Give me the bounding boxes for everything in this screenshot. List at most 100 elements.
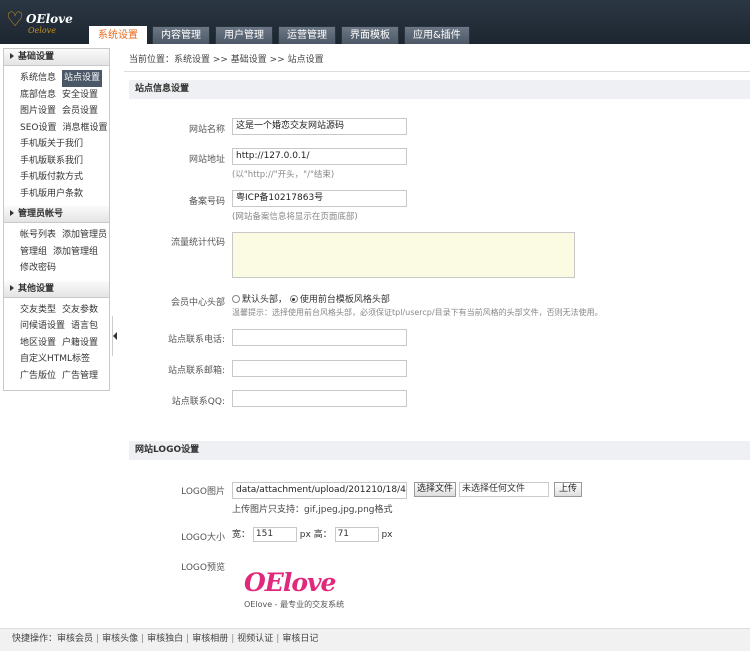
preview-logo-text: OElove [244,568,336,597]
icp-input[interactable]: 粤ICP备10217863号 [232,190,407,207]
footer-quick-link[interactable]: 审核日记 [282,634,318,644]
sidebar-item[interactable]: 广告版位 [20,368,56,385]
phone-label: 站点联系电话: [167,335,225,345]
breadcrumb: 当前位置：系统设置 >> 基础设置 >> 站点设置 [124,48,750,72]
sidebar-item[interactable]: SEO设置 [20,120,56,137]
icp-hint: (网站备案信息将显示在页面底部) [232,212,358,222]
sidebar-item[interactable]: 管理组 [20,244,47,261]
footer-quick-link[interactable]: 审核相册 [192,634,228,644]
sidebar-row: 手机版用户条款 [4,186,109,203]
sidebar-item[interactable]: 系统信息 [20,70,56,87]
phone-input[interactable] [232,329,407,346]
logo-format-hint: 上传图片只支持：gif,jpeg,jpg,png格式 [232,505,393,515]
site-url-input[interactable]: http://127.0.0.1/ [232,148,407,165]
sidebar-collapse-handle[interactable] [112,316,117,356]
radio-default-header-label: 默认头部， [242,295,288,305]
sidebar-row: 手机版联系我们 [4,153,109,170]
top-header: ♡ OElove Oelove 系统设置 内容管理 用户管理 运营管理 界面模板… [0,0,750,44]
sidebar-item[interactable]: 消息框设置 [62,120,107,137]
footer-separator: | [231,634,235,644]
sidebar-item[interactable]: 添加管理员 [62,227,107,244]
sidebar-row: 底部信息 安全设置 [4,87,109,104]
footer-quick-link[interactable]: 审核独白 [147,634,183,644]
site-info-section-header: 站点信息设置 [129,80,750,99]
tab-operations[interactable]: 运营管理 [278,26,336,44]
tab-user-management[interactable]: 用户管理 [215,26,273,44]
tab-system-settings[interactable]: 系统设置 [89,26,147,44]
sidebar-row: 帐号列表 添加管理员 [4,227,109,244]
collapse-arrow-icon [113,332,117,340]
sidebar-item[interactable]: 手机版付款方式 [20,169,83,186]
sidebar-item[interactable]: 安全设置 [62,87,98,104]
sidebar-item[interactable]: 地区设置 [20,335,56,352]
tab-apps-plugins[interactable]: 应用&插件 [404,26,470,44]
logo-width-label: 宽： [232,530,251,540]
sidebar-item[interactable]: 交友参数 [62,302,98,319]
footer-separator: | [96,634,100,644]
logo-height-unit: px [381,530,393,540]
footer-separator: | [186,634,190,644]
footer-separator: | [276,634,280,644]
app-logo[interactable]: ♡ OElove Oelove [6,6,86,40]
sidebar-item[interactable]: 底部信息 [20,87,56,104]
email-label: 站点联系邮箱: [167,366,225,376]
sidebar-group-header[interactable]: 基础设置 [4,49,109,66]
logo-path-input[interactable]: data/attachment/upload/201210/18/48b7533… [232,482,407,499]
sidebar-row: 管理组 添加管理组 [4,244,109,261]
sidebar-row: SEO设置 消息框设置 [4,120,109,137]
sidebar-item[interactable]: 手机版用户条款 [20,186,83,203]
sidebar-item[interactable]: 广告管理 [62,368,98,385]
stats-code-textarea[interactable] [232,232,575,278]
sidebar-group-header[interactable]: 管理员帐号 [4,206,109,223]
sidebar-group-header[interactable]: 其他设置 [4,280,109,298]
footer-quick-link[interactable]: 审核头像 [102,634,138,644]
email-input[interactable] [232,360,407,377]
upload-button[interactable]: 上传 [554,482,582,497]
site-url-label: 网站地址 [188,155,225,165]
sidebar-item[interactable]: 手机版关于我们 [20,136,83,153]
member-header-hint: 温馨提示：选择使用前台风格头部，必须保证tpl/usercp/目录下有当前风格的… [232,308,603,317]
radio-theme-header-label: 使用前台模板风格头部 [299,295,390,305]
site-name-input[interactable]: 这是一个婚恋交友网站源码 [232,118,407,135]
footer-quick-link[interactable]: 视频认证 [237,634,273,644]
member-header-label: 会员中心头部 [170,298,225,308]
logo-preview-image: OElove OElove - 最专业的交友系统 [244,568,374,618]
logo-image-label: LOGO图片 [181,487,225,497]
logo-script: Oelove [28,26,56,35]
sidebar-item[interactable]: 交友类型 [20,302,56,319]
member-header-options: 默认头部， 使用前台模板风格头部 [232,292,390,305]
logo-height-input[interactable]: 71 [334,527,379,542]
sidebar-item[interactable]: 站点设置 [62,70,103,87]
logo-section-header: 网站LOGO设置 [129,441,750,460]
sidebar-item[interactable]: 问候语设置 [20,318,65,335]
sidebar-item[interactable]: 图片设置 [20,103,56,120]
stats-code-label: 流量统计代码 [170,238,225,248]
sidebar-row: 手机版付款方式 [4,169,109,186]
sidebar-item[interactable]: 自定义HTML标签 [20,351,90,368]
sidebar-item[interactable]: 添加管理组 [53,244,98,261]
sidebar-item[interactable]: 修改密码 [20,260,56,277]
logo-size-fields: 宽： 151 px 高： 71 px [232,527,393,544]
qq-input[interactable] [232,390,407,407]
sidebar-item[interactable]: 语言包 [71,318,98,335]
choose-file-button[interactable]: 选择文件 [414,482,456,497]
site-name-label: 网站名称 [188,125,225,135]
sidebar-row: 自定义HTML标签 [4,351,109,368]
radio-default-header[interactable] [232,295,240,303]
sidebar-item[interactable]: 手机版联系我们 [20,153,83,170]
radio-theme-header[interactable] [289,295,298,303]
sidebar-item[interactable]: 户籍设置 [62,335,98,352]
sidebar-row: 问候语设置 语言包 [4,318,109,335]
logo-height-label: 高： [313,530,332,540]
sidebar-item[interactable]: 帐号列表 [20,227,56,244]
site-url-hint: (以"http://"开头，"/"结束) [232,170,335,180]
tab-content-management[interactable]: 内容管理 [152,26,210,44]
tab-templates[interactable]: 界面模板 [341,26,399,44]
main-nav: 系统设置 内容管理 用户管理 运营管理 界面模板 应用&插件 [89,26,475,44]
logo-width-input[interactable]: 151 [252,527,297,542]
heart-icon: ♡ [6,7,24,31]
footer-quick-link[interactable]: 审核会员 [57,634,93,644]
quick-actions-bar: 快捷操作：审核会员 | 审核头像 | 审核独白 | 审核相册 | 视频认证 | 审核日记 [0,628,750,651]
sidebar-item[interactable]: 会员设置 [62,103,98,120]
preview-logo-tagline: OElove - 最专业的交友系统 [244,600,345,609]
